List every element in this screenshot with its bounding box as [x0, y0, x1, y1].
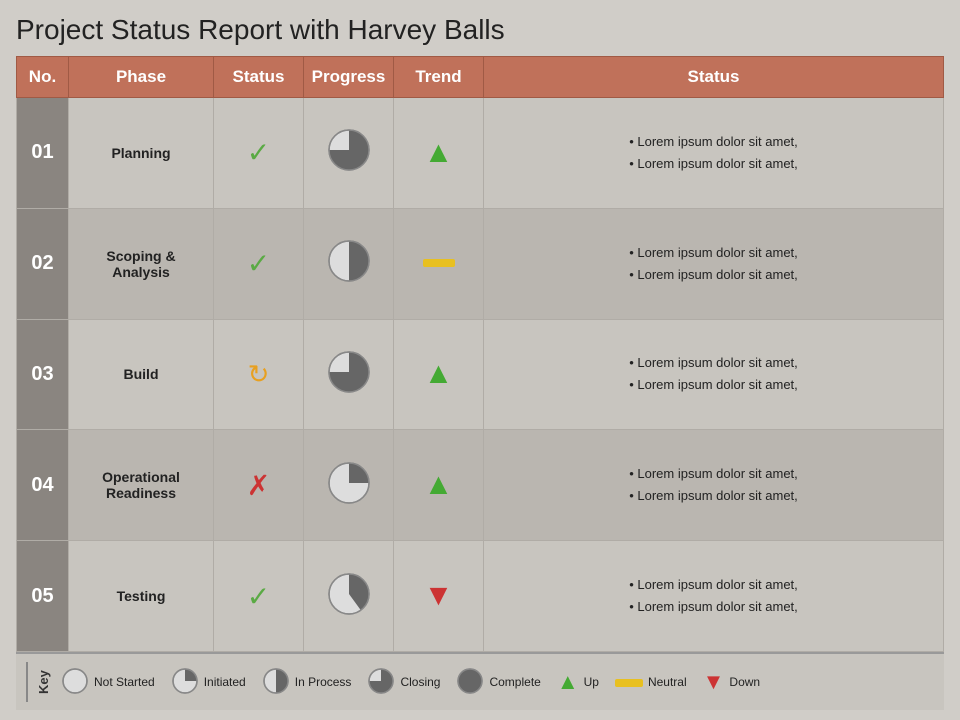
legend: Key Not Started Initiated In Process Clo… — [16, 652, 944, 710]
row-status: ↻ — [214, 319, 304, 430]
legend-item: ▲ Up — [557, 669, 599, 695]
legend-label: In Process — [295, 675, 352, 689]
row-desc: • Lorem ipsum dolor sit amet, • Lorem ips… — [484, 541, 944, 652]
row-progress — [304, 98, 394, 209]
cycle-icon: ↻ — [248, 359, 270, 389]
legend-icon — [367, 667, 395, 698]
legend-item: Initiated — [171, 667, 246, 698]
legend-key-label: Key — [26, 662, 51, 702]
table-row: 05 Testing ✓ ▼ • Lorem ipsum dolor sit a… — [17, 541, 944, 652]
desc-item: • Lorem ipsum dolor sit amet, — [629, 377, 798, 392]
desc-item: • Lorem ipsum dolor sit amet, — [629, 488, 798, 503]
legend-icon — [171, 667, 199, 698]
legend-up-icon: ▲ — [557, 669, 579, 694]
desc-item: • Lorem ipsum dolor sit amet, — [629, 267, 798, 282]
table-row: 02 Scoping & Analysis ✓ • Lorem ipsum do… — [17, 208, 944, 319]
col-progress: Progress — [304, 57, 394, 98]
legend-label: Up — [584, 675, 599, 689]
row-phase: Planning — [69, 98, 214, 209]
cross-icon: ✗ — [247, 470, 270, 501]
row-status: ✓ — [214, 541, 304, 652]
table-header: No. Phase Status Progress Trend Status — [17, 57, 944, 98]
row-progress — [304, 208, 394, 319]
row-no: 03 — [17, 319, 69, 430]
row-desc: • Lorem ipsum dolor sit amet, • Lorem ips… — [484, 208, 944, 319]
legend-item: Complete — [456, 667, 540, 698]
legend-item: In Process — [262, 667, 352, 698]
legend-icon: ▲ — [557, 669, 579, 695]
trend-up-icon: ▲ — [424, 136, 454, 169]
row-progress — [304, 319, 394, 430]
desc-item: • Lorem ipsum dolor sit amet, — [629, 577, 798, 592]
page: Project Status Report with Harvey Balls … — [0, 0, 960, 720]
row-trend: ▲ — [394, 430, 484, 541]
legend-items: Not Started Initiated In Process Closing… — [61, 667, 760, 698]
col-status2: Status — [484, 57, 944, 98]
row-status: ✓ — [214, 98, 304, 209]
desc-item: • Lorem ipsum dolor sit amet, — [629, 156, 798, 171]
row-no: 04 — [17, 430, 69, 541]
row-trend — [394, 208, 484, 319]
check-icon: ✓ — [247, 248, 270, 279]
legend-item: Closing — [367, 667, 440, 698]
legend-icon — [262, 667, 290, 698]
legend-label: Initiated — [204, 675, 246, 689]
row-trend: ▲ — [394, 319, 484, 430]
legend-down-icon: ▼ — [703, 669, 725, 694]
row-phase: Operational Readiness — [69, 430, 214, 541]
row-desc: • Lorem ipsum dolor sit amet, • Lorem ips… — [484, 319, 944, 430]
row-phase: Testing — [69, 541, 214, 652]
row-phase: Build — [69, 319, 214, 430]
desc-item: • Lorem ipsum dolor sit amet, — [629, 134, 798, 149]
legend-icon: ▼ — [703, 669, 725, 695]
row-desc: • Lorem ipsum dolor sit amet, • Lorem ips… — [484, 430, 944, 541]
legend-item: Neutral — [615, 675, 687, 689]
trend-down-icon: ▼ — [424, 579, 454, 612]
col-phase: Phase — [69, 57, 214, 98]
legend-icon — [456, 667, 484, 698]
legend-icon — [61, 667, 89, 698]
col-status1: Status — [214, 57, 304, 98]
check-icon: ✓ — [247, 137, 270, 168]
row-no: 05 — [17, 541, 69, 652]
trend-up-icon: ▲ — [424, 357, 454, 390]
legend-label: Not Started — [94, 675, 155, 689]
row-desc: • Lorem ipsum dolor sit amet, • Lorem ips… — [484, 98, 944, 209]
main-table: No. Phase Status Progress Trend Status 0… — [16, 56, 944, 652]
table-row: 04 Operational Readiness ✗ ▲ • Lorem ips… — [17, 430, 944, 541]
row-progress — [304, 430, 394, 541]
legend-item: Not Started — [61, 667, 155, 698]
row-phase: Scoping & Analysis — [69, 208, 214, 319]
desc-item: • Lorem ipsum dolor sit amet, — [629, 245, 798, 260]
legend-label: Complete — [489, 675, 540, 689]
row-trend: ▼ — [394, 541, 484, 652]
table-row: 03 Build ↻ ▲ • Lorem ipsum dolor sit ame… — [17, 319, 944, 430]
row-trend: ▲ — [394, 98, 484, 209]
legend-label: Down — [729, 675, 760, 689]
col-no: No. — [17, 57, 69, 98]
legend-icon — [615, 675, 643, 689]
desc-item: • Lorem ipsum dolor sit amet, — [629, 466, 798, 481]
legend-label: Neutral — [648, 675, 687, 689]
legend-label: Closing — [400, 675, 440, 689]
desc-item: • Lorem ipsum dolor sit amet, — [629, 355, 798, 370]
legend-item: ▼ Down — [703, 669, 760, 695]
table-wrap: No. Phase Status Progress Trend Status 0… — [16, 56, 944, 652]
row-status: ✓ — [214, 208, 304, 319]
legend-neutral-icon — [615, 679, 643, 687]
check-icon: ✓ — [247, 581, 270, 612]
table-row: 01 Planning ✓ ▲ • Lorem ipsum dolor sit … — [17, 98, 944, 209]
row-progress — [304, 541, 394, 652]
row-status: ✗ — [214, 430, 304, 541]
row-no: 01 — [17, 98, 69, 209]
col-trend: Trend — [394, 57, 484, 98]
trend-neutral-icon — [423, 259, 455, 267]
desc-item: • Lorem ipsum dolor sit amet, — [629, 599, 798, 614]
trend-up-icon: ▲ — [424, 468, 454, 501]
page-title: Project Status Report with Harvey Balls — [16, 14, 944, 46]
row-no: 02 — [17, 208, 69, 319]
